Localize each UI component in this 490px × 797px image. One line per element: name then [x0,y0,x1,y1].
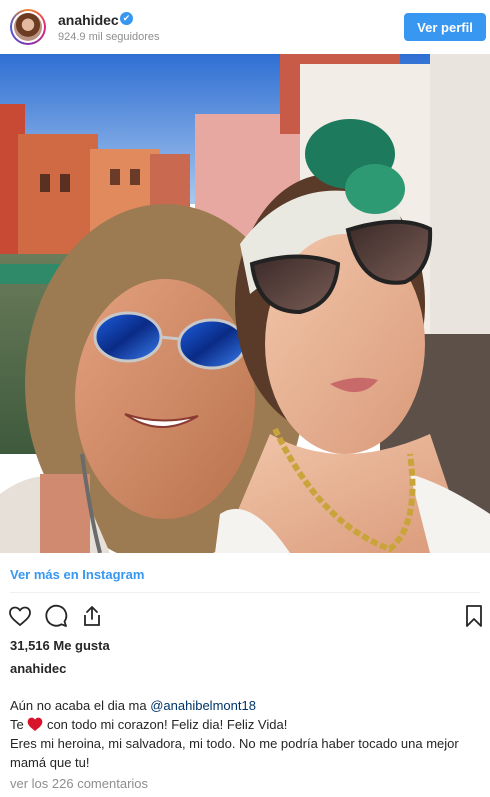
heart-outline-icon[interactable] [8,604,32,628]
post-photo[interactable] [0,54,490,553]
divider [10,592,480,593]
followers-count: 924.9 mil seguidores [58,31,160,43]
avatar[interactable] [10,9,46,45]
view-comments-link[interactable]: ver los 226 comentarios [10,776,148,791]
post-header: anahidec ✔ 924.9 mil seguidores Ver perf… [0,0,490,54]
speech-bubble-icon[interactable] [44,604,68,628]
share-upload-icon[interactable] [80,604,104,628]
post-author[interactable]: anahidec [10,661,66,676]
likes-count[interactable]: 31,516 Me gusta [10,638,110,653]
verified-badge-icon: ✔ [120,12,133,25]
username[interactable]: anahidec [58,12,119,28]
caption-text: Te [10,717,28,732]
instagram-embed-card: anahidec ✔ 924.9 mil seguidores Ver perf… [0,0,490,797]
caption-text: Eres mi heroina, mi salvadora, mi todo. … [10,736,459,770]
post-caption: Aún no acaba el dia ma @anahibelmont18 T… [10,696,480,772]
red-heart-icon [28,717,43,731]
caption-text: Aún no acaba el dia ma [10,698,151,713]
caption-mention-link[interactable]: @anahibelmont18 [150,698,256,713]
avatar-photo [14,13,42,41]
post-image [0,54,490,553]
view-more-link[interactable]: Ver más en Instagram [10,567,144,582]
bookmark-icon[interactable] [462,604,486,628]
view-profile-button[interactable]: Ver perfil [404,13,486,41]
caption-text: con todo mi corazon! Feliz dia! Feliz Vi… [43,717,288,732]
